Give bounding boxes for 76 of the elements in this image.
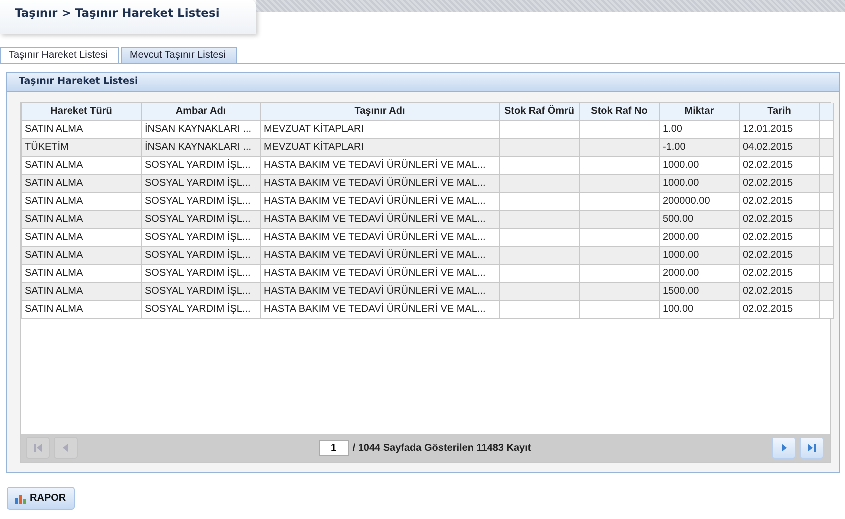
table-cell: SOSYAL YARDIM İŞL...	[142, 264, 260, 282]
table-cell: 1500.00	[660, 282, 740, 300]
table-cell: SOSYAL YARDIM İŞL...	[142, 282, 260, 300]
table-cell: 100.00	[660, 300, 740, 318]
table-cell: HASTA BAKIM VE TEDAVİ ÜRÜNLERİ VE MAL...	[260, 300, 500, 318]
first-page-icon	[33, 443, 43, 453]
table-cell: SATIN ALMA	[22, 156, 142, 174]
table-cell: SATIN ALMA	[22, 120, 142, 138]
table-cell: SOSYAL YARDIM İŞL...	[142, 246, 260, 264]
table-cell: SOSYAL YARDIM İŞL...	[142, 228, 260, 246]
table-cell: 04.02.2015	[740, 138, 820, 156]
pager-button[interactable]	[800, 437, 824, 459]
table-cell: HASTA BAKIM VE TEDAVİ ÜRÜNLERİ VE MAL...	[260, 246, 500, 264]
bar-chart-icon	[15, 493, 27, 504]
table-cell: SOSYAL YARDIM İŞL...	[142, 210, 260, 228]
table-cell: 1000.00	[660, 246, 740, 264]
table-cell: 02.02.2015	[740, 228, 820, 246]
table-cell: İNSAN KAYNAKLARI ...	[142, 138, 260, 156]
table-cell: SATIN ALMA	[22, 282, 142, 300]
table-cell: 1.00	[660, 120, 740, 138]
column-header[interactable]: Taşınır Adı	[260, 103, 500, 120]
report-button[interactable]: RAPOR	[7, 487, 75, 510]
table-cell: HASTA BAKIM VE TEDAVİ ÜRÜNLERİ VE MAL...	[260, 228, 500, 246]
column-header[interactable]: Miktar	[660, 103, 740, 120]
table-cell: 02.02.2015	[740, 210, 820, 228]
table-cell: 02.02.2015	[740, 174, 820, 192]
table-cell: SATIN ALMA	[22, 246, 142, 264]
page-number-field[interactable]: 1	[318, 440, 349, 456]
column-header[interactable]: Ambar Adı	[142, 103, 260, 120]
table-cell: 02.02.2015	[740, 246, 820, 264]
breadcrumb: Taşınır > Taşınır Hareket Listesi	[0, 0, 256, 34]
table-cell: TÜKETİM	[22, 138, 142, 156]
table-cell: 02.02.2015	[740, 192, 820, 210]
table-cell: -1.00	[660, 138, 740, 156]
table-cell: 1000.00	[660, 174, 740, 192]
table-cell: SATIN ALMA	[22, 300, 142, 318]
table-cell: SATIN ALMA	[22, 228, 142, 246]
table-cell: 02.02.2015	[740, 264, 820, 282]
table-cell: MEVZUAT KİTAPLARI	[260, 120, 500, 138]
table-cell: SOSYAL YARDIM İŞL...	[142, 300, 260, 318]
table-cell: MEVZUAT KİTAPLARI	[260, 138, 500, 156]
table-cell: 1000.00	[660, 156, 740, 174]
table-cell: SATIN ALMA	[22, 264, 142, 282]
table-cell: SATIN ALMA	[22, 174, 142, 192]
table-cell: HASTA BAKIM VE TEDAVİ ÜRÜNLERİ VE MAL...	[260, 282, 500, 300]
table-cell: SOSYAL YARDIM İŞL...	[142, 174, 260, 192]
table-cell: 500.00	[660, 210, 740, 228]
table-cell: 2000.00	[660, 264, 740, 282]
tab[interactable]: Mevcut Taşınır Listesi	[120, 47, 237, 63]
table-cell: SATIN ALMA	[22, 192, 142, 210]
column-header[interactable]: Tarih	[740, 103, 820, 120]
last-page-icon	[807, 443, 817, 453]
previous-icon	[61, 443, 71, 453]
column-header[interactable]: Stok Raf Ömrü	[500, 103, 580, 120]
table-cell: 02.02.2015	[740, 156, 820, 174]
column-header[interactable]: Stok Raf No	[580, 103, 660, 120]
pager-button[interactable]	[772, 437, 796, 459]
table-cell: SOSYAL YARDIM İŞL...	[142, 156, 260, 174]
next-icon	[779, 443, 789, 453]
table-cell: 02.02.2015	[740, 282, 820, 300]
column-header[interactable]: Hareket Türü	[22, 103, 142, 120]
table-cell: SATIN ALMA	[22, 210, 142, 228]
table-cell: 12.01.2015	[740, 120, 820, 138]
table-cell: HASTA BAKIM VE TEDAVİ ÜRÜNLERİ VE MAL...	[260, 210, 500, 228]
table-cell: İNSAN KAYNAKLARI ...	[142, 120, 260, 138]
table-cell: 2000.00	[660, 228, 740, 246]
table-cell: HASTA BAKIM VE TEDAVİ ÜRÜNLERİ VE MAL...	[260, 192, 500, 210]
table-cell: 200000.00	[660, 192, 740, 210]
panel-title: Taşınır Hareket Listesi	[7, 73, 839, 92]
table-cell: SOSYAL YARDIM İŞL...	[142, 192, 260, 210]
page-summary: / 1044 Sayfada Gösterilen 11483 Kayıt	[352, 442, 532, 454]
table-cell: HASTA BAKIM VE TEDAVİ ÜRÜNLERİ VE MAL...	[260, 174, 500, 192]
table-cell: HASTA BAKIM VE TEDAVİ ÜRÜNLERİ VE MAL...	[260, 264, 500, 282]
table-cell: HASTA BAKIM VE TEDAVİ ÜRÜNLERİ VE MAL...	[260, 156, 500, 174]
tab[interactable]: Taşınır Hareket Listesi	[0, 47, 119, 63]
table-cell: 02.02.2015	[740, 300, 820, 318]
